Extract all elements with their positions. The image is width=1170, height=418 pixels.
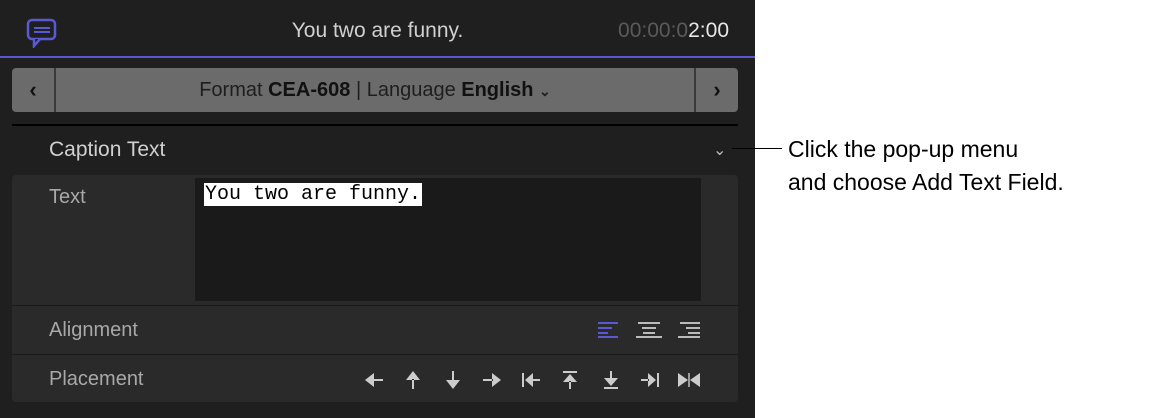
format-label: Format (199, 79, 262, 101)
align-left-icon[interactable] (596, 317, 622, 343)
align-top-icon[interactable] (557, 367, 583, 393)
timecode-dim: 00:00:0 (618, 19, 688, 42)
caption-text-value: You two are funny. (204, 183, 422, 206)
separator: | (356, 79, 361, 101)
timecode: 00:00:02:00 (618, 19, 729, 43)
chevron-right-icon: › (713, 77, 720, 103)
move-down-icon[interactable] (440, 367, 466, 393)
text-label: Text (49, 186, 86, 209)
move-right-icon[interactable] (479, 367, 505, 393)
captions-inspector: You two are funny. 00:00:02:00 ‹ Format … (0, 0, 755, 418)
chevron-down-icon: ⌄ (539, 83, 551, 99)
language-label: Language (367, 79, 456, 101)
callout-line (732, 148, 782, 149)
format-language-bar: ‹ Format CEA-608 | Language English ⌄ › (12, 68, 738, 112)
divider (12, 305, 738, 306)
caption-text-section: Text You two are funny. Alignment Placem… (12, 175, 738, 402)
align-right-icon[interactable] (676, 317, 702, 343)
caption-text-field[interactable]: You two are funny. (195, 178, 701, 301)
alignment-label: Alignment (49, 319, 138, 342)
placement-label: Placement (49, 368, 144, 391)
align-center-icon[interactable] (636, 317, 662, 343)
align-bottom-icon[interactable] (598, 367, 624, 393)
section-title: Caption Text (49, 138, 165, 162)
divider (12, 124, 738, 126)
align-far-left-icon[interactable] (518, 367, 544, 393)
format-value: CEA-608 (268, 79, 350, 101)
move-up-icon[interactable] (400, 367, 426, 393)
center-horizontal-icon[interactable] (676, 367, 702, 393)
move-left-icon[interactable] (361, 367, 387, 393)
divider (12, 354, 738, 355)
callout-annotation: Click the pop-up menu and choose Add Tex… (788, 133, 1064, 199)
previous-caption-button[interactable]: ‹ (12, 68, 56, 112)
section-popup-chevron-icon[interactable]: ⌄ (713, 140, 726, 160)
format-language-popup[interactable]: Format CEA-608 | Language English ⌄ (56, 79, 694, 102)
timecode-bright: 2:00 (688, 19, 729, 42)
language-value: English (461, 79, 533, 101)
align-far-right-icon[interactable] (637, 367, 663, 393)
chevron-left-icon: ‹ (29, 77, 36, 103)
next-caption-button[interactable]: › (694, 68, 738, 112)
inspector-header: You two are funny. 00:00:02:00 (0, 0, 755, 58)
callout-line-1: Click the pop-up menu (788, 133, 1064, 166)
callout-line-2: and choose Add Text Field. (788, 166, 1064, 199)
